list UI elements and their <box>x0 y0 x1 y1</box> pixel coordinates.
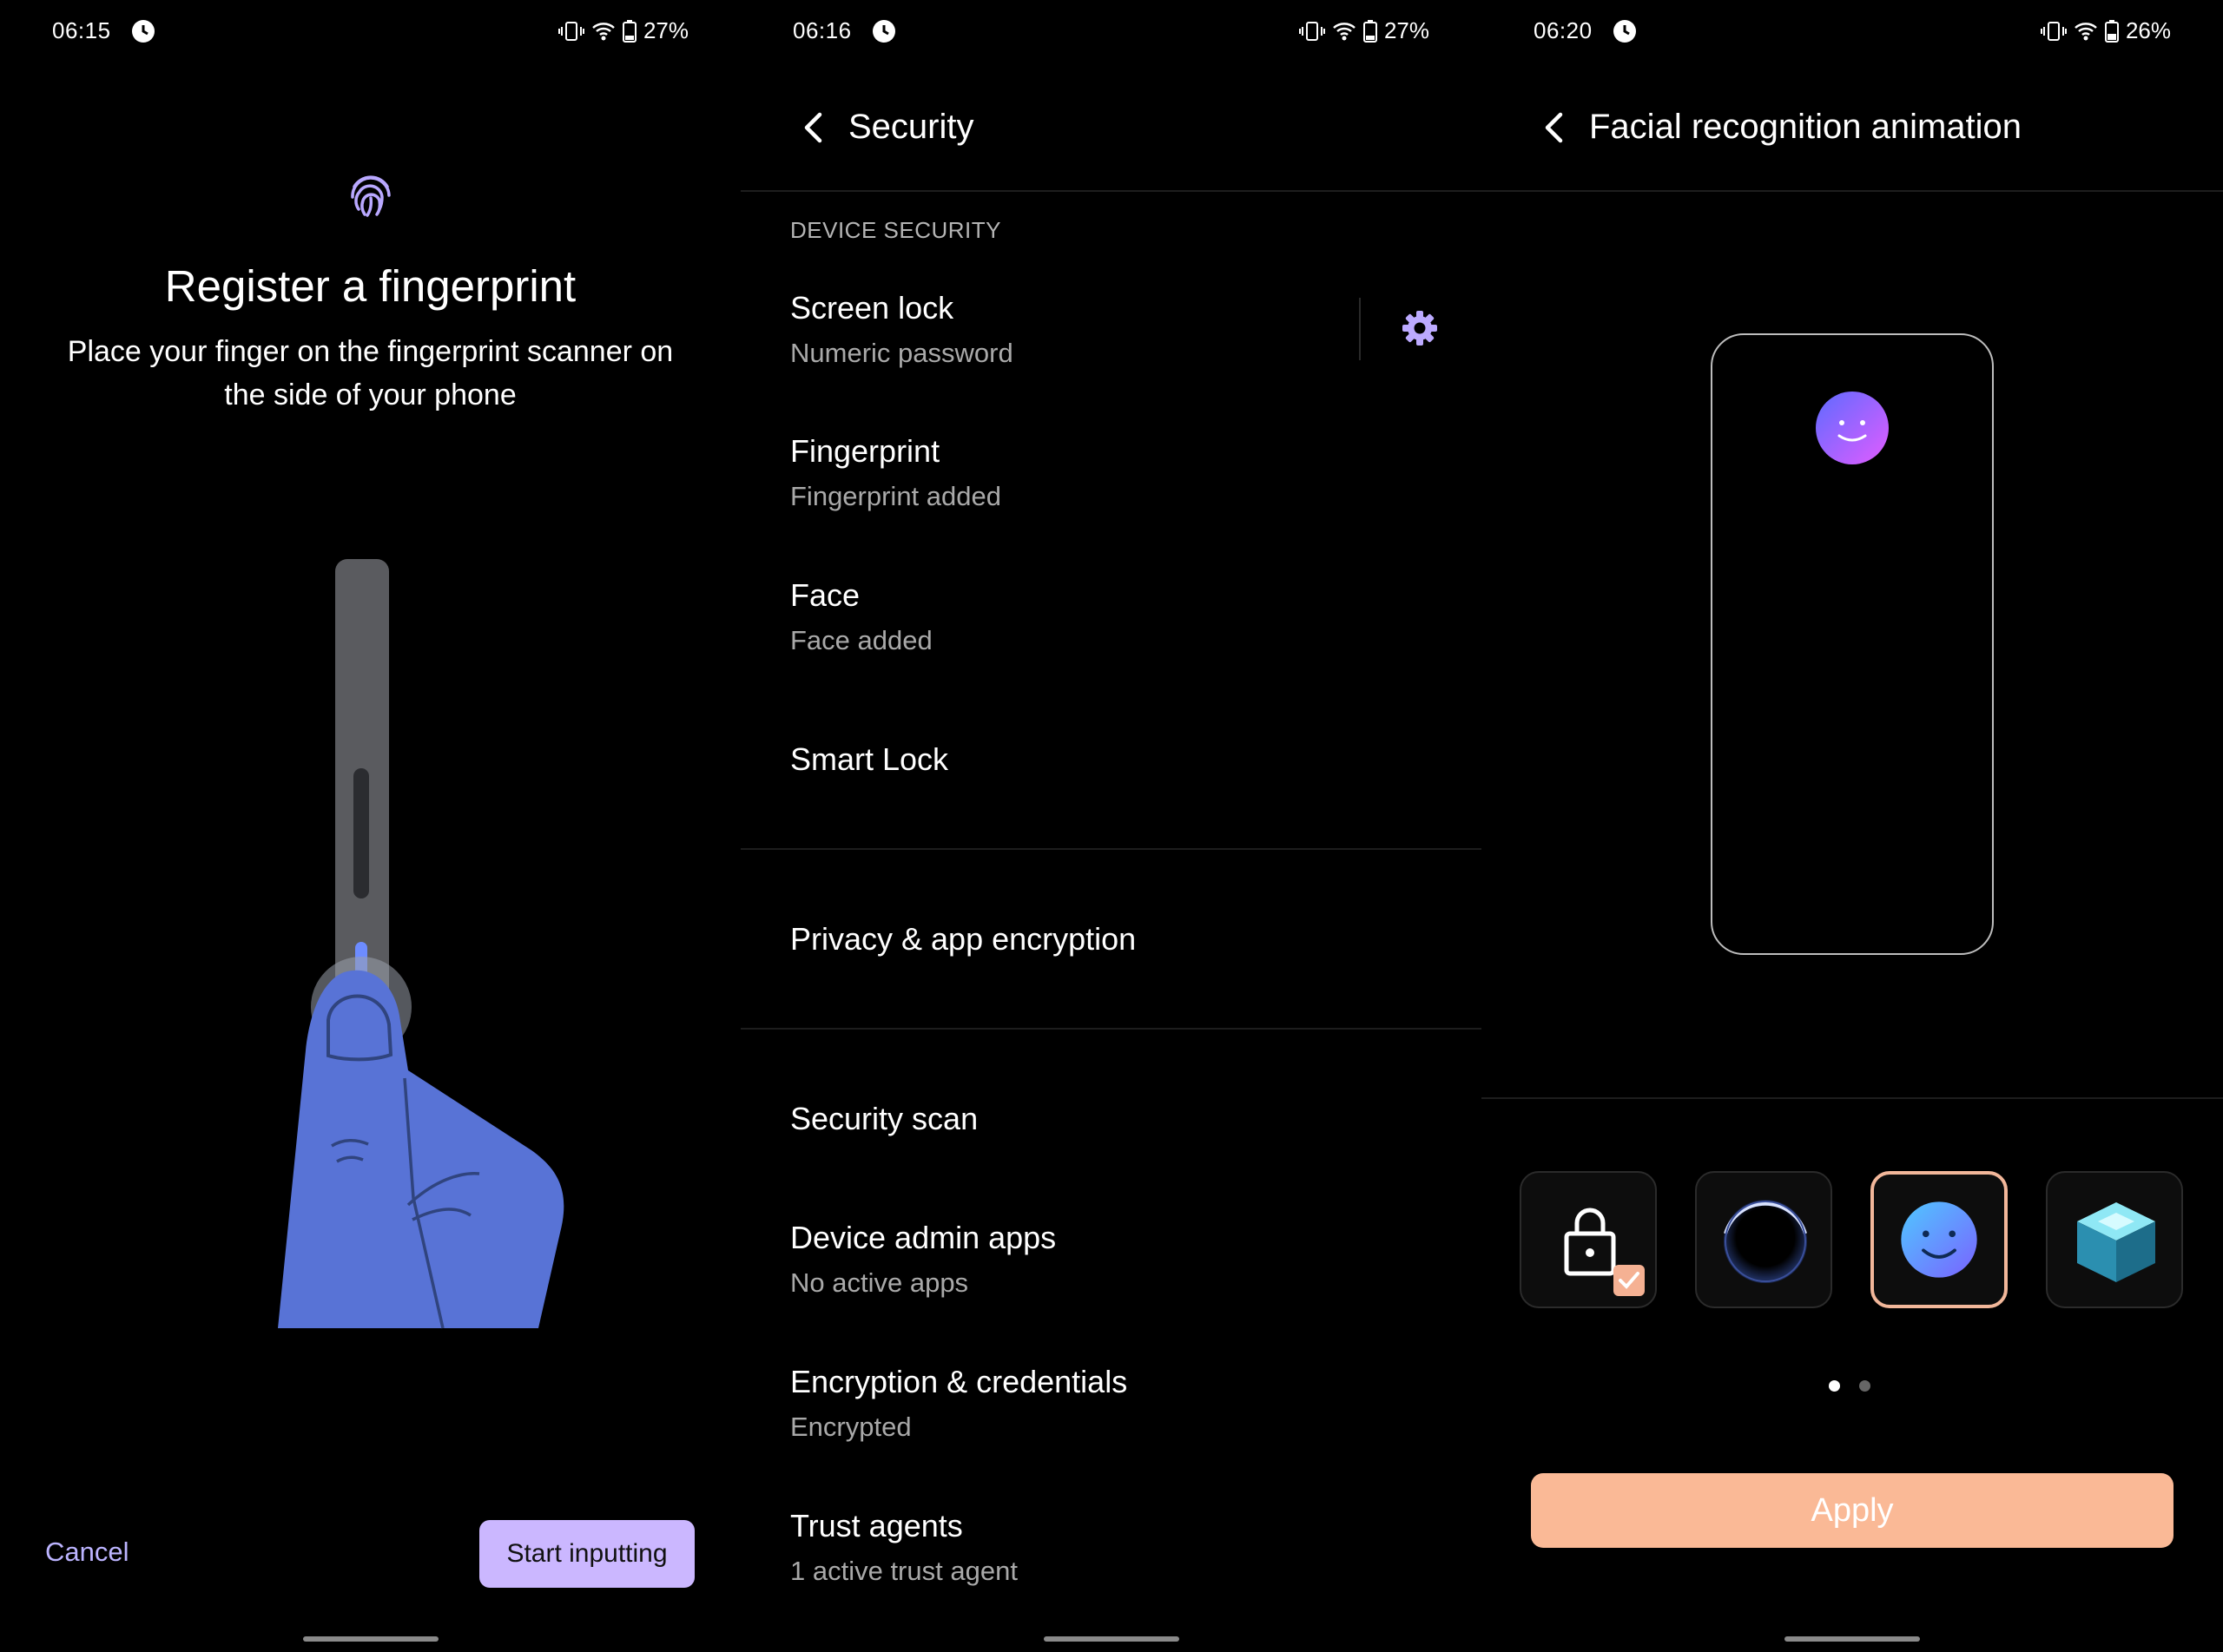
item-title: Screen lock <box>790 290 954 326</box>
animation-option-smiley[interactable] <box>1870 1171 2008 1308</box>
settings-item-security-scan[interactable]: Security scan <box>790 1100 1447 1138</box>
padlock-icon <box>1564 1208 1645 1296</box>
item-title: Fingerprint <box>790 433 940 469</box>
settings-item-face[interactable]: Face Face added <box>790 576 1447 658</box>
item-title: Device admin apps <box>790 1220 1057 1255</box>
fingerprint-icon <box>351 175 391 217</box>
status-bar: 06:16 27% <box>741 0 1481 63</box>
battery-percentage: 27% <box>643 17 689 43</box>
page-title: Facial recognition animation <box>1589 108 2022 146</box>
back-arrow-icon[interactable] <box>793 106 836 149</box>
item-title: Security scan <box>790 1101 979 1136</box>
settings-item-device-admin-apps[interactable]: Device admin apps No active apps <box>790 1219 1447 1300</box>
settings-item-encryption-credentials[interactable]: Encryption & credentials Encrypted <box>790 1363 1447 1445</box>
item-subtitle: Face added <box>790 625 933 655</box>
facial-recognition-animation-screen: 06:20 26% Facial recognition animation A… <box>1481 0 2223 1652</box>
item-subtitle: No active apps <box>790 1267 969 1298</box>
battery-percentage: 27% <box>1383 17 1429 43</box>
finger-on-side-sensor-illustration <box>278 559 564 1329</box>
item-subtitle: Numeric password <box>790 338 1013 368</box>
wifi-icon <box>1333 22 1356 40</box>
home-indicator[interactable] <box>1043 1636 1179 1642</box>
home-indicator[interactable] <box>302 1636 439 1642</box>
item-subtitle: Fingerprint added <box>790 481 1001 511</box>
battery-icon <box>1362 19 1377 43</box>
page-dot-2[interactable] <box>1859 1380 1870 1392</box>
status-right: 27% <box>1298 17 1429 44</box>
alarm-clock-icon <box>1613 20 1636 43</box>
apply-button[interactable]: Apply <box>1531 1473 2174 1548</box>
page-indicator <box>1829 1380 1870 1392</box>
ring-icon <box>1724 1200 1807 1283</box>
smiley-face-icon <box>1816 392 1889 464</box>
settings-item-screen-lock[interactable]: Screen lock Numeric password <box>790 289 1342 371</box>
cancel-button[interactable]: Cancel <box>45 1537 129 1568</box>
battery-icon <box>622 19 637 43</box>
status-right: 27% <box>557 17 689 44</box>
item-title: Smart Lock <box>790 741 949 777</box>
vibrate-icon <box>557 21 584 41</box>
fingerprint-register-screen: 06:15 27% Register a fingerprint Place y… <box>0 0 741 1652</box>
security-settings-screen: 06:16 27% Security DEVICE SECURITY Scree… <box>741 0 1481 1652</box>
smiley-icon <box>1901 1201 1977 1278</box>
cube-icon <box>2077 1202 2155 1282</box>
wifi-icon <box>592 22 615 40</box>
battery-percentage: 26% <box>2125 17 2171 43</box>
settings-item-trust-agents[interactable]: Trust agents 1 active trust agent <box>790 1507 1447 1589</box>
vertical-divider <box>1359 298 1361 360</box>
divider <box>1481 1097 2223 1099</box>
animation-option-cube[interactable] <box>2046 1171 2183 1308</box>
alarm-clock-icon <box>132 20 155 43</box>
status-time: 06:15 <box>52 17 111 43</box>
item-subtitle: 1 active trust agent <box>790 1556 1018 1586</box>
status-time: 06:20 <box>1534 17 1593 43</box>
settings-item-smart-lock[interactable]: Smart Lock <box>790 740 1447 779</box>
screens: 06:15 27% Register a fingerprint Place y… <box>0 0 2223 1652</box>
app-bar: Facial recognition animation <box>1481 95 2223 165</box>
divider <box>741 1028 1481 1030</box>
gear-icon[interactable] <box>1401 309 1439 347</box>
page-description: Place your finger on the fingerprint sca… <box>67 335 674 411</box>
divider <box>1481 190 2223 192</box>
item-title: Encryption & credentials <box>790 1364 1128 1399</box>
start-inputting-button[interactable]: Start inputting <box>479 1520 695 1588</box>
animation-option-ring[interactable] <box>1695 1171 1832 1308</box>
item-title: Privacy & app encryption <box>790 921 1137 957</box>
divider <box>741 190 1481 192</box>
wifi-icon <box>2075 22 2097 40</box>
back-arrow-icon[interactable] <box>1534 106 1577 149</box>
settings-item-fingerprint[interactable]: Fingerprint Fingerprint added <box>790 432 1447 514</box>
settings-item-privacy-app-encryption[interactable]: Privacy & app encryption <box>790 920 1447 958</box>
page-title: Security <box>848 108 974 146</box>
status-bar: 06:20 26% <box>1481 0 2223 63</box>
page-dot-1[interactable] <box>1829 1380 1840 1392</box>
phone-preview-frame <box>1711 333 1994 955</box>
item-subtitle: Encrypted <box>790 1412 912 1442</box>
divider <box>741 848 1481 850</box>
status-time: 06:16 <box>793 17 852 43</box>
page-title: Register a fingerprint <box>164 261 577 311</box>
status-bar: 06:15 27% <box>0 0 741 63</box>
home-indicator[interactable] <box>1784 1636 1920 1642</box>
app-bar: Security <box>741 95 1481 165</box>
alarm-clock-icon <box>873 20 895 43</box>
section-header-device-security: DEVICE SECURITY <box>790 217 1001 243</box>
status-right: 26% <box>2040 17 2171 44</box>
vibrate-icon <box>1298 21 1325 41</box>
animation-option-padlock[interactable] <box>1520 1171 1657 1308</box>
battery-icon <box>2104 19 2119 43</box>
item-title: Face <box>790 577 861 613</box>
item-title: Trust agents <box>790 1508 963 1543</box>
vibrate-icon <box>2040 21 2067 41</box>
